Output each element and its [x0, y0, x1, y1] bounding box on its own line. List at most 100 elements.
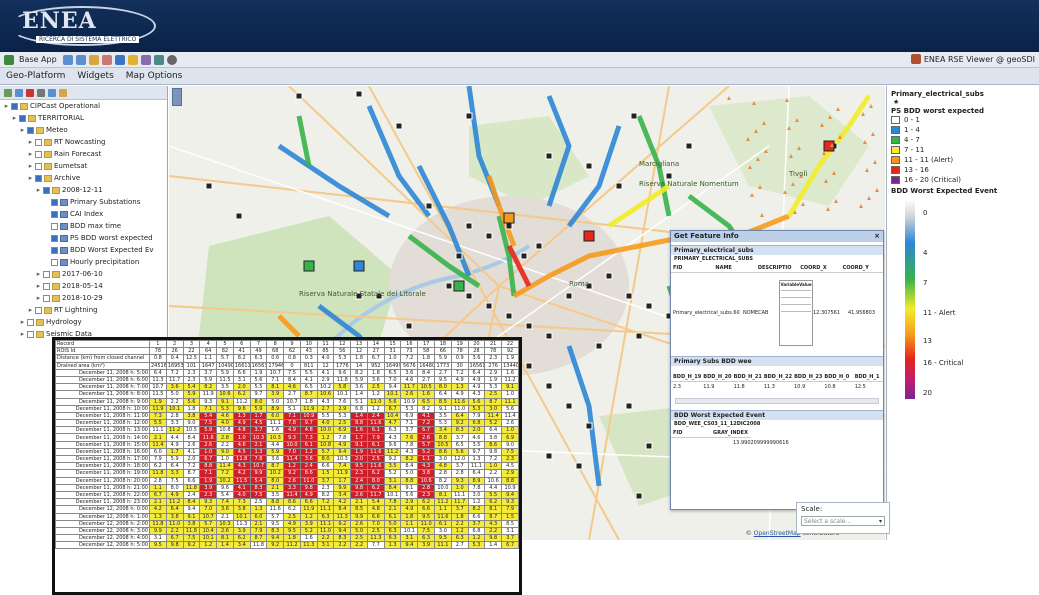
expand-toggle-icon[interactable]: ▸	[27, 136, 34, 148]
osm-link[interactable]: OpenStreetMap	[754, 530, 801, 537]
expand-toggle-icon[interactable]: ▸	[35, 268, 42, 280]
tree-node[interactable]: ▸ CIPCast Operational	[0, 100, 167, 112]
checkbox[interactable]	[35, 150, 42, 158]
print-icon[interactable]	[153, 54, 164, 65]
layer-icon	[60, 210, 68, 218]
checkbox[interactable]	[35, 138, 42, 146]
zoom-out-icon[interactable]	[75, 54, 86, 65]
tree-node[interactable]: ▸ Archive	[0, 172, 167, 184]
tree-node[interactable]: ▸ 2017-06-10	[0, 268, 167, 280]
tree-node[interactable]: ▸ Rain Forecast	[0, 148, 167, 160]
tree-node[interactable]: ▸ 2008-12-11	[0, 184, 167, 196]
refresh-icon[interactable]	[4, 54, 14, 65]
gfi-titlebar[interactable]: Get Feature Info ×	[671, 231, 883, 242]
checkbox[interactable]	[35, 162, 42, 170]
checkbox[interactable]	[51, 258, 58, 266]
menu-widgets[interactable]: Widgets	[77, 71, 113, 81]
expand-toggle-icon[interactable]: ▸	[19, 316, 26, 328]
zoom-slider[interactable]	[172, 88, 182, 106]
table-cell: 5.2	[299, 526, 318, 536]
checkbox[interactable]	[27, 330, 34, 338]
checkbox[interactable]	[51, 198, 58, 206]
folder-icon[interactable]	[59, 88, 67, 97]
tree-node[interactable]: Hourly precipitation	[0, 256, 167, 268]
expand-toggle-icon[interactable]: ▸	[35, 280, 42, 292]
table-cell: 3.8	[182, 411, 201, 421]
cai-marker	[727, 96, 731, 100]
gfi-section-primary[interactable]: Primary_electrical_subs	[671, 245, 883, 255]
layers-icon[interactable]	[140, 54, 151, 65]
scale-dropdown[interactable]: Select a scale... ▾	[801, 516, 885, 526]
info-icon[interactable]	[114, 54, 125, 65]
menu-geo-platform[interactable]: Geo-Platform	[6, 71, 65, 81]
expand-icon[interactable]	[48, 88, 56, 97]
tree-node[interactable]: ▸ 2018-05-14	[0, 280, 167, 292]
tree-node[interactable]: BDD Worst Expected Ev	[0, 244, 167, 256]
chevron-down-icon[interactable]: ▾	[879, 517, 882, 527]
tree-node[interactable]: ▸ Eumetsat	[0, 160, 167, 172]
measure-area-icon[interactable]	[101, 54, 112, 65]
expand-toggle-icon[interactable]: ▸	[27, 304, 34, 316]
tree-node[interactable]: ▸ Meteo	[0, 124, 167, 136]
expand-toggle-icon[interactable]: ▸	[27, 160, 34, 172]
checkbox[interactable]	[51, 222, 58, 230]
measure-icon[interactable]	[88, 54, 99, 65]
checkbox[interactable]	[51, 210, 58, 218]
expand-toggle-icon[interactable]: ▸	[19, 328, 26, 340]
gfi-section-bdd-wee[interactable]: Primary Subs BDD wee	[671, 356, 883, 366]
tree-node[interactable]: ▸ RT Lightning	[0, 304, 167, 316]
checkbox[interactable]	[19, 114, 26, 122]
tree-node[interactable]: ▸ 2018-10-29	[0, 292, 167, 304]
gfi-cell: 2.3	[673, 384, 681, 390]
expand-toggle-icon[interactable]: ▸	[35, 292, 42, 304]
checkbox[interactable]	[11, 102, 18, 110]
table-cell: 11.2	[383, 447, 402, 457]
tree-node[interactable]: ▸ Hydrology	[0, 316, 167, 328]
pin-icon[interactable]	[127, 54, 138, 65]
add-layer-icon[interactable]	[4, 88, 12, 97]
checkbox[interactable]	[27, 126, 34, 134]
zoom-in-icon[interactable]	[62, 54, 73, 65]
gradient-label: 11 - Alert	[923, 309, 956, 317]
checkbox[interactable]	[43, 270, 50, 278]
checkbox[interactable]	[43, 186, 50, 194]
tree-node[interactable]: CAI Index	[0, 208, 167, 220]
tree-node-label: PS BDD worst expected	[70, 234, 153, 242]
table-cell: 7.8	[283, 419, 301, 428]
expand-toggle-icon[interactable]: ▸	[19, 124, 26, 136]
table-cell: 6	[232, 340, 251, 349]
checkbox[interactable]	[51, 234, 58, 242]
menu-map-options[interactable]: Map Options	[126, 71, 183, 81]
table-cell: 6.4	[467, 368, 486, 377]
close-icon[interactable]: ×	[874, 231, 880, 242]
table-cell: 4.6	[467, 433, 486, 442]
table-cell: 5.5	[299, 368, 318, 377]
expand-toggle-icon[interactable]: ▸	[27, 148, 34, 160]
checkbox[interactable]	[27, 318, 34, 326]
tree-node[interactable]: ▸ TERRITORIAL	[0, 112, 167, 124]
table-cell: 28	[467, 347, 486, 356]
tree-node[interactable]: ▸ RT Nowcasting	[0, 136, 167, 148]
gfi-section-worst-event[interactable]: BDD Worst Expected Event	[671, 410, 883, 420]
checkbox[interactable]	[43, 294, 50, 302]
checkbox[interactable]	[35, 306, 42, 314]
checkbox[interactable]	[35, 174, 42, 182]
gfi-hscrollbar[interactable]	[675, 398, 879, 404]
tree-node[interactable]: Primary Substations	[0, 196, 167, 208]
base-app-button[interactable]: Base App	[19, 55, 57, 64]
expand-toggle-icon[interactable]: ▸	[27, 172, 34, 184]
checkbox[interactable]	[51, 246, 58, 254]
settings-icon[interactable]	[166, 54, 177, 65]
expand-toggle-icon[interactable]: ▸	[3, 100, 10, 112]
save-icon[interactable]	[37, 88, 45, 97]
checkbox[interactable]	[43, 282, 50, 290]
cai-marker	[873, 160, 877, 164]
tree-node[interactable]: BDD max time	[0, 220, 167, 232]
tree-node[interactable]: PS BDD worst expected	[0, 232, 167, 244]
expand-toggle-icon[interactable]: ▸	[35, 184, 42, 196]
get-feature-info-window[interactable]: Get Feature Info × Primary_electrical_su…	[670, 230, 884, 510]
expand-toggle-icon[interactable]: ▸	[11, 112, 18, 124]
add-folder-icon[interactable]	[15, 88, 23, 97]
delete-icon[interactable]	[26, 88, 34, 97]
gfi-section-primary-name: PRIMARY_ELECTRICAL_SUBS	[674, 256, 754, 262]
